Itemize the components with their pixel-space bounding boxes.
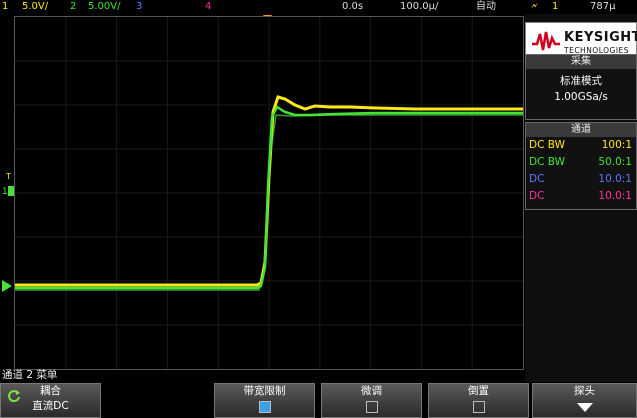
invert-softkey[interactable]: 倒置: [428, 383, 529, 418]
invert-label: 倒置: [468, 385, 489, 397]
channel-ground-marker-icon: T 1: [2, 172, 14, 197]
invert-checkbox[interactable]: [472, 401, 485, 413]
keysight-wave-icon: [532, 31, 560, 51]
channels-header: 通道: [526, 123, 636, 137]
trigger-mode: 自动: [476, 1, 496, 12]
sample-rate: 1.00GSa/s: [554, 91, 608, 103]
brand-name: KEYSIGHT: [564, 30, 637, 45]
fine-label: 微调: [361, 385, 382, 397]
coupling-softkey[interactable]: 耦合 直流DC: [0, 383, 101, 418]
channel-coupling: DC BW: [529, 156, 565, 168]
acquisition-panel: 采集 标准模式 1.00GSa/s: [525, 54, 637, 120]
bw-limit-label: 带宽限制: [243, 385, 286, 397]
ch4-number: 4: [205, 1, 212, 12]
timebase: 100.0µ/: [400, 1, 439, 12]
channels-panel: 通道 DC BW 100:1 DC BW 50.0:1 DC 10.0:1 DC…: [525, 122, 637, 210]
channel-probe: 100:1: [601, 139, 632, 151]
ch1-scale: 5.0V/: [22, 1, 49, 12]
ground-level-marker-icon: [2, 280, 12, 292]
acquisition-header: 采集: [526, 55, 636, 69]
probe-softkey[interactable]: 探头: [532, 383, 637, 418]
ch1-number: 1: [2, 1, 9, 12]
channel-probe: 10.0:1: [598, 173, 632, 185]
fine-checkbox[interactable]: [365, 401, 378, 413]
bw-limit-checkbox[interactable]: [258, 401, 271, 413]
channel-probe: 50.0:1: [598, 156, 632, 168]
channel-1-row: DC BW 100:1: [526, 137, 636, 154]
svg-text:1: 1: [2, 187, 8, 197]
submenu-arrow-icon: [576, 403, 593, 412]
bw-limit-softkey[interactable]: 带宽限制: [214, 383, 315, 418]
ch2-number: 2: [70, 1, 77, 12]
acquisition-mode: 标准模式: [560, 75, 602, 87]
svg-text:T: T: [5, 172, 11, 181]
menu-status-line: 通道 2 菜单: [2, 369, 58, 381]
channel-4-row: DC 10.0:1: [526, 188, 636, 205]
time-offset: 0.0s: [342, 1, 364, 12]
channel-coupling: DC: [529, 173, 545, 185]
trigger-edge-icon: 🗲: [531, 1, 538, 12]
softkey-bar: 耦合 直流DC 带宽限制 微调 倒置 探头: [0, 382, 637, 418]
channel-3-row: DC 10.0:1: [526, 171, 636, 188]
right-info-panel: KEYSIGHT TECHNOLOGIES 采集 标准模式 1.00GSa/s …: [525, 14, 637, 382]
fine-softkey[interactable]: 微调: [321, 383, 422, 418]
channel-coupling: DC BW: [529, 139, 565, 151]
channel-coupling: DC: [529, 190, 545, 202]
waveform-display[interactable]: [14, 16, 524, 370]
channel-probe: 10.0:1: [598, 190, 632, 202]
refresh-icon: [8, 390, 20, 403]
probe-label: 探头: [574, 385, 595, 397]
channel-2-row: DC BW 50.0:1: [526, 154, 636, 171]
ch2-scale: 5.00V/: [88, 1, 121, 12]
trigger-level: 787µ: [590, 1, 616, 12]
ch3-number: 3: [136, 1, 143, 12]
status-bar: 1 5.0V/ 2 5.00V/ 3 4 0.0s 100.0µ/ 自动 🗲 1…: [0, 0, 637, 14]
trigger-source: 1: [552, 1, 559, 12]
